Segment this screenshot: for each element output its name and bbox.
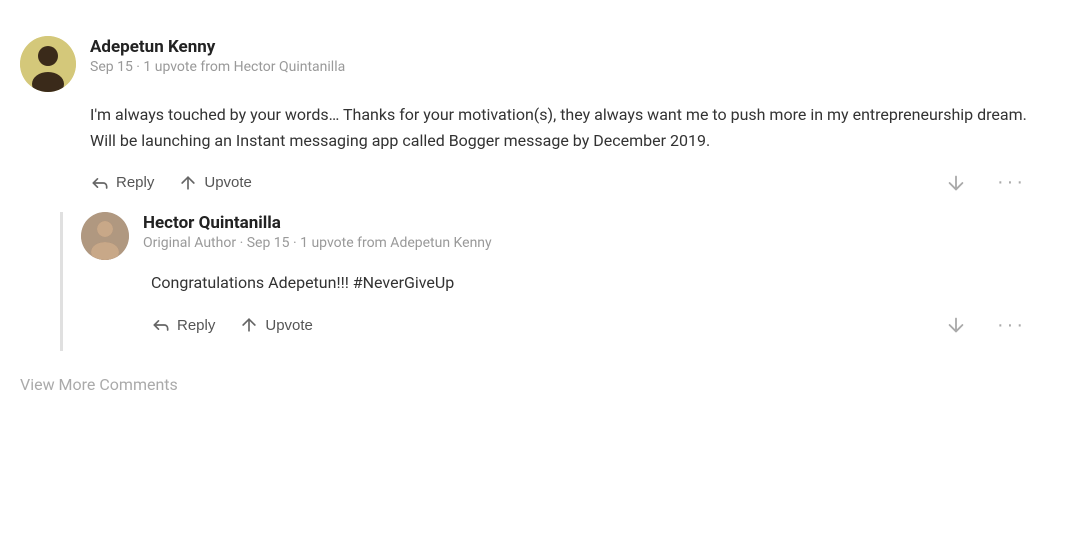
upvote-label: Upvote [204, 174, 252, 191]
reply-header: Hector Quintanilla Original Author · Sep… [81, 212, 1040, 260]
reply-upvote-label: Upvote [265, 317, 313, 334]
comment-body: I'm always touched by your words… Thanks… [90, 102, 1040, 153]
original-author-badge: Original Author [143, 235, 236, 251]
reply-more-options-button[interactable]: ··· [997, 308, 1040, 343]
upvote-icon [178, 173, 198, 193]
avatar [20, 36, 76, 92]
reply-reply-icon [151, 315, 171, 335]
reply-author-name: Hector Quintanilla [143, 212, 492, 234]
reply-author-meta: Original Author · Sep 15 · 1 upvote from… [143, 234, 492, 254]
author-meta: Sep 15 · 1 upvote from Hector Quintanill… [90, 58, 345, 78]
reply-reply-label: Reply [177, 317, 215, 334]
reply-body: Congratulations Adepetun!!! #NeverGiveUp [151, 270, 1040, 296]
comment-header: Adepetun Kenny Sep 15 · 1 upvote from He… [20, 36, 1040, 92]
action-right: ··· [945, 165, 1040, 200]
reply-upvote-icon [239, 315, 259, 335]
reply-avatar [81, 212, 129, 260]
reply-more-icon-dots: ··· [997, 314, 1026, 337]
more-icon-dots: ··· [997, 171, 1026, 194]
reply-item: Hector Quintanilla Original Author · Sep… [81, 212, 1040, 343]
reply-action-right: ··· [945, 308, 1040, 343]
reply-author-info: Hector Quintanilla Original Author · Sep… [143, 212, 492, 254]
reply-downvote-button[interactable] [945, 308, 981, 342]
reply-indent: Hector Quintanilla Original Author · Sep… [60, 212, 1040, 351]
upvote-button[interactable]: Upvote [178, 167, 266, 199]
reply-reply-button[interactable]: Reply [151, 309, 229, 341]
view-more-comments[interactable]: View More Comments [20, 375, 1040, 394]
reply-icon [90, 173, 110, 193]
downvote-button[interactable] [945, 166, 981, 200]
reply-upvote-button[interactable]: Upvote [239, 309, 327, 341]
comment-item: Adepetun Kenny Sep 15 · 1 upvote from He… [20, 36, 1040, 351]
reply-button[interactable]: Reply [90, 167, 168, 199]
reply-label: Reply [116, 174, 154, 191]
author-name: Adepetun Kenny [90, 36, 345, 58]
author-info: Adepetun Kenny Sep 15 · 1 upvote from He… [90, 36, 345, 78]
comment-section: Adepetun Kenny Sep 15 · 1 upvote from He… [20, 20, 1040, 410]
more-options-button[interactable]: ··· [997, 165, 1040, 200]
comment-actions: Reply Upvote [90, 165, 1040, 200]
reply-actions: Reply Upvote [151, 308, 1040, 343]
reply-meta: Sep 15 · 1 upvote from Adepetun Kenny [247, 235, 492, 251]
reply-meta-separator: · [240, 235, 247, 251]
